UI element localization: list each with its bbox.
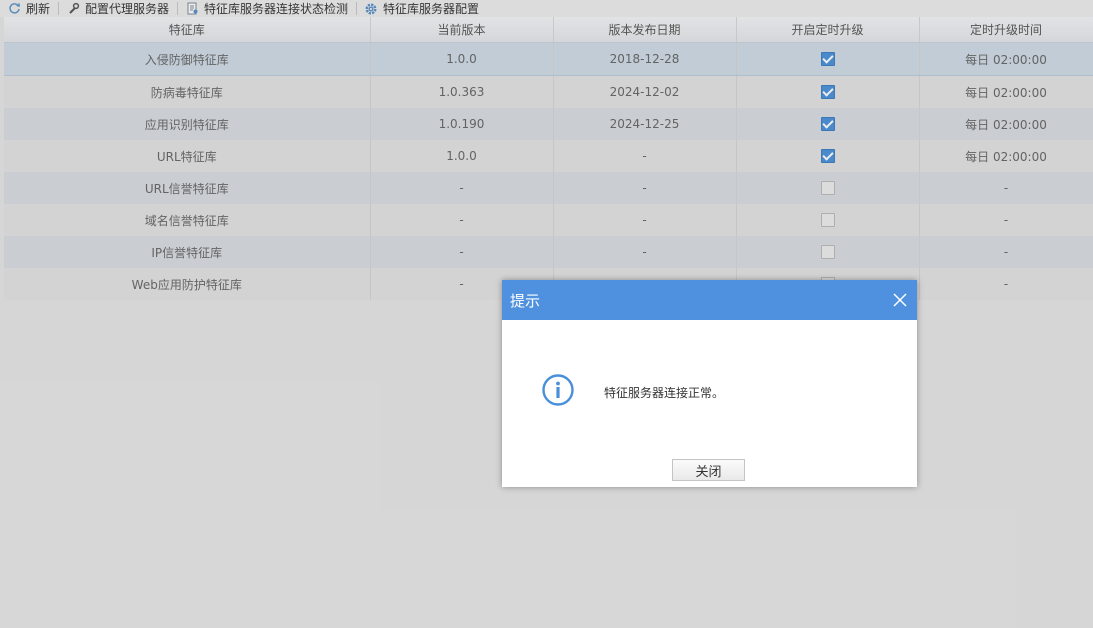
info-icon [541,373,575,407]
close-button[interactable]: 关闭 [672,459,745,481]
prompt-dialog: 提示 特征服务器连接正常。 关闭 [502,280,917,487]
dialog-title: 提示 [510,291,541,310]
close-icon[interactable] [892,292,908,308]
dialog-header: 提示 [502,280,917,320]
dialog-message: 特征服务器连接正常。 [604,386,725,400]
dialog-body: 特征服务器连接正常。 关闭 [502,320,917,487]
